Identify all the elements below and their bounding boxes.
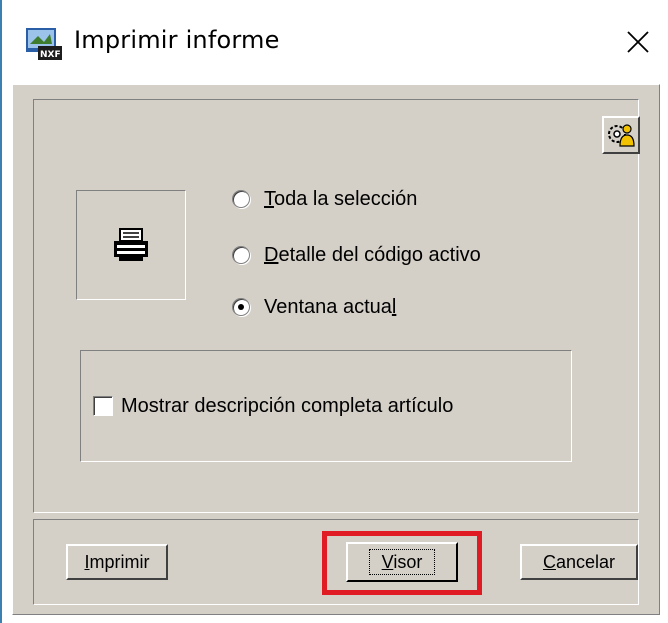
radio-button[interactable] (232, 246, 250, 264)
checkbox-label: Mostrar descripción completa artículo (121, 394, 454, 417)
app-icon: NXF (24, 24, 64, 64)
radio-label: Ventana actual (264, 295, 397, 318)
printer-icon (114, 228, 148, 261)
radio-ventana-actual[interactable]: Ventana actual (232, 292, 396, 322)
options-panel: Toda la selección Detalle del código act… (33, 99, 640, 513)
print-report-dialog: NXF Imprimir informe Toda la selección D… (0, 0, 668, 623)
cancel-button[interactable]: Cancelar (520, 544, 638, 580)
viewer-button[interactable]: Visor (346, 542, 458, 582)
radio-button[interactable] (232, 190, 250, 208)
radio-detalle-codigo[interactable]: Detalle del código activo (232, 240, 481, 270)
close-icon (627, 31, 649, 53)
close-button[interactable] (614, 18, 662, 66)
printer-icon-frame (76, 190, 186, 300)
buttons-panel: Imprimir Visor Cancelar (33, 519, 639, 605)
checkbox[interactable] (93, 396, 113, 416)
radio-toda-seleccion[interactable]: Toda la selección (232, 184, 417, 214)
focus-rect: Visor (368, 549, 436, 575)
title-bar[interactable]: NXF Imprimir informe (2, 0, 668, 84)
radio-label: Detalle del código activo (264, 243, 481, 266)
show-full-description-checkbox[interactable]: Mostrar descripción completa artículo (93, 391, 453, 421)
print-button[interactable]: Imprimir (66, 544, 168, 580)
config-button[interactable] (602, 116, 640, 154)
dialog-body: Toda la selección Detalle del código act… (12, 84, 660, 615)
window-title: Imprimir informe (74, 26, 280, 54)
description-group: Mostrar descripción completa artículo (80, 350, 572, 462)
settings-user-icon (608, 124, 635, 147)
svg-text:NXF: NXF (40, 50, 61, 60)
radio-label: Toda la selección (264, 187, 418, 210)
radio-button-checked[interactable] (232, 298, 250, 316)
